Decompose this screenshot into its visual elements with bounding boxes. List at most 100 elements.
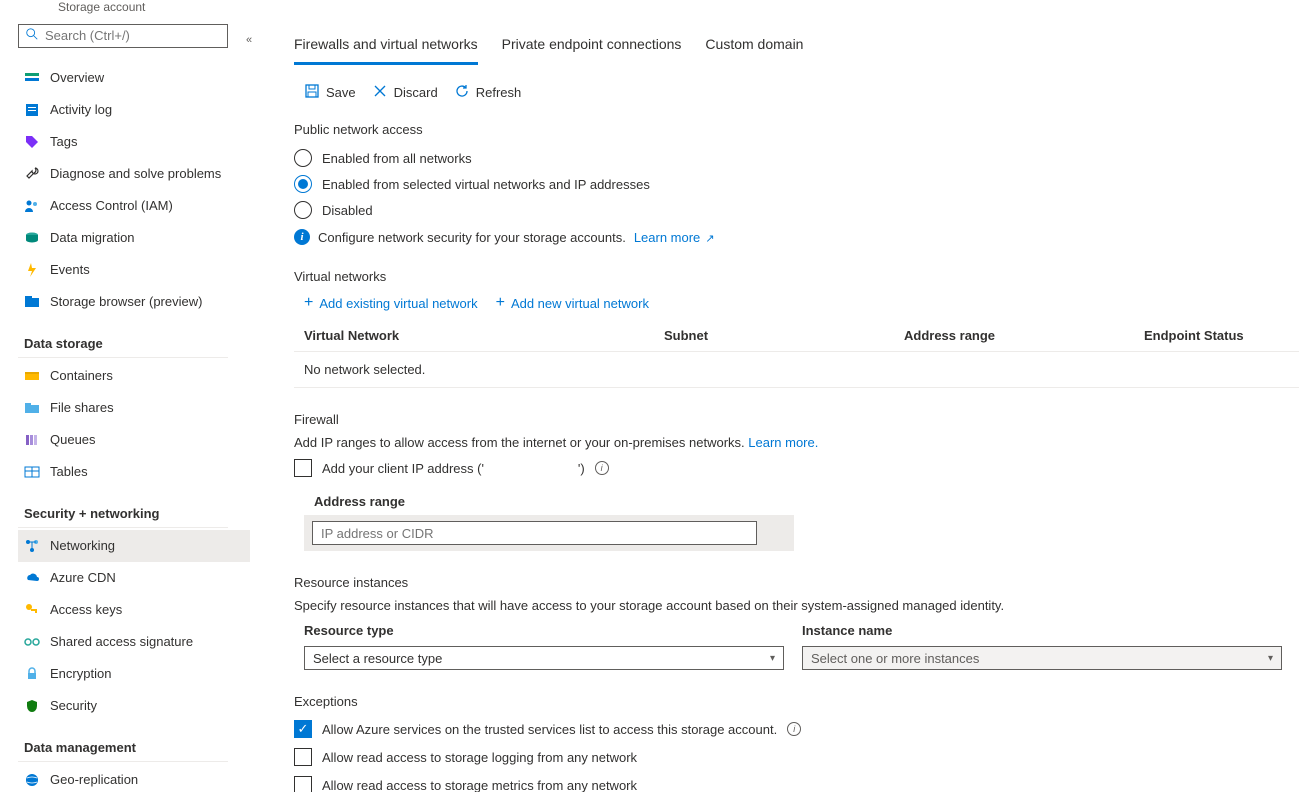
breadcrumb: Storage account xyxy=(18,0,260,14)
nav-overview[interactable]: Overview xyxy=(18,62,250,94)
col-subnet: Subnet xyxy=(664,328,904,343)
radio-icon xyxy=(294,149,312,167)
nav-events[interactable]: Events xyxy=(18,254,250,286)
sidebar-collapse-button[interactable]: « xyxy=(246,34,252,46)
ip-input-wrapper xyxy=(304,515,794,551)
radio-icon xyxy=(294,175,312,193)
col-address-range: Address range xyxy=(904,328,1144,343)
address-range-label: Address range xyxy=(314,494,1299,509)
plus-icon: + xyxy=(496,294,505,312)
divider xyxy=(18,527,228,528)
save-button[interactable]: Save xyxy=(304,83,356,102)
nav-tags[interactable]: Tags xyxy=(18,126,250,158)
add-existing-vnet-button[interactable]: +Add existing virtual network xyxy=(304,294,478,312)
queue-icon xyxy=(24,432,40,448)
add-client-ip-checkbox-row[interactable]: Add your client IP address (' ') i xyxy=(294,456,1299,480)
divider xyxy=(18,761,228,762)
radio-icon xyxy=(294,201,312,219)
tab-firewalls[interactable]: Firewalls and virtual networks xyxy=(294,36,478,65)
checkbox-icon xyxy=(294,720,312,738)
radio-selected-networks[interactable]: Enabled from selected virtual networks a… xyxy=(294,171,1299,197)
exception-metrics[interactable]: Allow read access to storage metrics fro… xyxy=(294,773,1299,792)
firewall-title: Firewall xyxy=(294,412,1299,427)
public-access-radio-group: Enabled from all networks Enabled from s… xyxy=(294,145,1299,223)
tab-private-endpoints[interactable]: Private endpoint connections xyxy=(502,36,682,65)
divider xyxy=(18,357,228,358)
nav-containers[interactable]: Containers xyxy=(18,360,250,392)
nav-encryption[interactable]: Encryption xyxy=(18,658,250,690)
exception-logging[interactable]: Allow read access to storage logging fro… xyxy=(294,745,1299,769)
chevron-down-icon: ▾ xyxy=(1268,653,1273,664)
vnet-table-header: Virtual Network Subnet Address range End… xyxy=(294,322,1299,352)
iam-icon xyxy=(24,198,40,214)
col-endpoint-status: Endpoint Status xyxy=(1144,328,1299,343)
learn-more-link[interactable]: Learn more ↗ xyxy=(634,230,715,245)
nav-sas[interactable]: Shared access signature xyxy=(18,626,250,658)
browser-icon xyxy=(24,294,40,310)
checkbox-icon xyxy=(294,748,312,766)
nav-tables[interactable]: Tables xyxy=(18,456,250,488)
refresh-button[interactable]: Refresh xyxy=(454,83,522,102)
save-icon xyxy=(304,83,320,102)
vnet-title: Virtual networks xyxy=(294,269,1299,284)
nav-cdn[interactable]: Azure CDN xyxy=(18,562,250,594)
info-icon: i xyxy=(294,229,310,245)
help-icon[interactable]: i xyxy=(787,722,801,736)
container-icon xyxy=(24,368,40,384)
nav-diagnose[interactable]: Diagnose and solve problems xyxy=(18,158,250,190)
ip-address-input[interactable] xyxy=(312,521,757,545)
search-input-container[interactable] xyxy=(18,24,228,48)
nav-file-shares[interactable]: File shares xyxy=(18,392,250,424)
activity-log-icon xyxy=(24,102,40,118)
nav-data-migration[interactable]: Data migration xyxy=(18,222,250,254)
discard-button[interactable]: Discard xyxy=(372,83,438,102)
search-icon xyxy=(25,27,39,44)
info-row: i Configure network security for your st… xyxy=(294,229,1299,245)
chevron-down-icon: ▾ xyxy=(770,653,775,664)
discard-icon xyxy=(372,83,388,102)
radio-disabled[interactable]: Disabled xyxy=(294,197,1299,223)
resource-desc: Specify resource instances that will hav… xyxy=(294,598,1299,613)
events-icon xyxy=(24,262,40,278)
add-new-vnet-button[interactable]: +Add new virtual network xyxy=(496,294,649,312)
firewall-learn-more-link[interactable]: Learn more. xyxy=(748,435,818,450)
cdn-icon xyxy=(24,570,40,586)
exceptions-title: Exceptions xyxy=(294,694,1299,709)
section-security: Security + networking xyxy=(24,506,250,521)
external-link-icon: ↗ xyxy=(702,233,714,245)
resource-type-dropdown[interactable]: Select a resource type▾ xyxy=(304,646,784,670)
tab-custom-domain[interactable]: Custom domain xyxy=(705,36,803,65)
overview-icon xyxy=(24,70,40,86)
nav-activity-log[interactable]: Activity log xyxy=(18,94,250,126)
resource-instances-title: Resource instances xyxy=(294,575,1299,590)
checkbox-icon xyxy=(294,459,312,477)
sas-icon xyxy=(24,634,40,650)
firewall-desc: Add IP ranges to allow access from the i… xyxy=(294,435,1299,450)
fileshare-icon xyxy=(24,400,40,416)
nav-storage-browser[interactable]: Storage browser (preview) xyxy=(18,286,250,318)
encryption-icon xyxy=(24,666,40,682)
plus-icon: + xyxy=(304,294,313,312)
refresh-icon xyxy=(454,83,470,102)
nav-security[interactable]: Security xyxy=(18,690,250,722)
nav-list: Overview Activity log Tags Diagnose and … xyxy=(18,62,260,792)
nav-iam[interactable]: Access Control (IAM) xyxy=(18,190,250,222)
vnet-empty-row: No network selected. xyxy=(294,352,1299,388)
section-data-mgmt: Data management xyxy=(24,740,250,755)
help-icon[interactable]: i xyxy=(595,461,609,475)
search-input[interactable] xyxy=(45,28,221,43)
instance-name-dropdown[interactable]: Select one or more instances▾ xyxy=(802,646,1282,670)
sidebar: Storage account « Overview Activity log … xyxy=(0,0,260,792)
nav-queues[interactable]: Queues xyxy=(18,424,250,456)
key-icon xyxy=(24,602,40,618)
vnet-actions: +Add existing virtual network +Add new v… xyxy=(304,294,1299,312)
nav-access-keys[interactable]: Access keys xyxy=(18,594,250,626)
instance-name-label: Instance name xyxy=(802,623,1282,638)
exceptions-list: Allow Azure services on the trusted serv… xyxy=(294,717,1299,792)
networking-icon xyxy=(24,538,40,554)
nav-networking[interactable]: Networking xyxy=(18,530,250,562)
resource-type-label: Resource type xyxy=(304,623,784,638)
exception-trusted-services[interactable]: Allow Azure services on the trusted serv… xyxy=(294,717,1299,741)
radio-all-networks[interactable]: Enabled from all networks xyxy=(294,145,1299,171)
nav-geo-replication[interactable]: Geo-replication xyxy=(18,764,250,792)
